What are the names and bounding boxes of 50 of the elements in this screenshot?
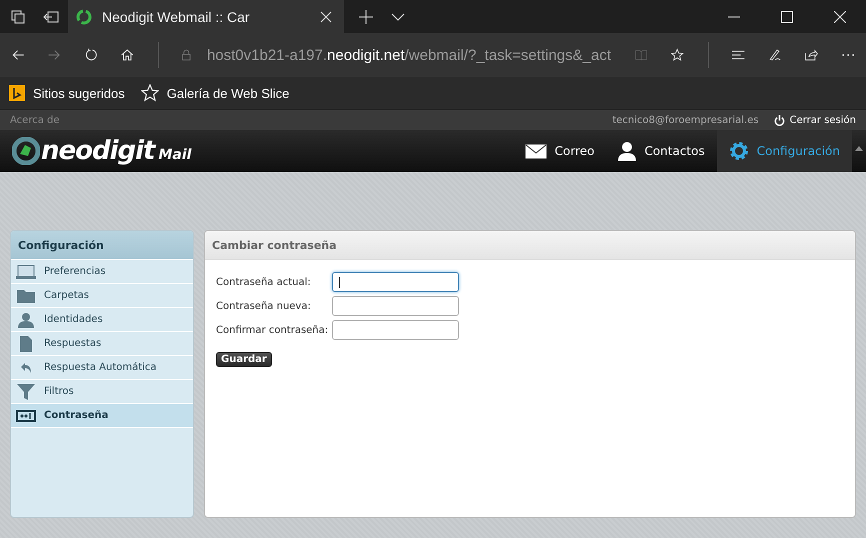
power-icon[interactable]: [774, 114, 785, 126]
sidebar-item[interactable]: Carpetas: [11, 284, 193, 308]
bing-icon: [9, 85, 25, 101]
password-field[interactable]: [332, 272, 459, 292]
close-icon[interactable]: [834, 10, 846, 22]
tabs-aside-icon[interactable]: [11, 10, 25, 24]
sidebar-item[interactable]: Identidades: [11, 308, 193, 332]
sidebar-item[interactable]: Respuesta Automática: [11, 356, 193, 380]
person-icon: [16, 312, 36, 328]
sidebar-title: Configuración: [11, 231, 193, 260]
sidebar-item[interactable]: Contraseña: [11, 404, 193, 428]
field-label: Contraseña nueva:: [216, 300, 312, 312]
laptop-icon: [16, 264, 36, 278]
minimize-icon[interactable]: [728, 16, 740, 18]
envelope-icon: [524, 144, 547, 158]
star-icon: [140, 84, 159, 102]
logo-suffix: Mail: [158, 147, 192, 163]
site-logo-icon: [76, 8, 92, 24]
sidebar-item[interactable]: Respuestas: [11, 332, 193, 356]
panel-title: Cambiar contraseña: [205, 231, 855, 260]
person-icon: [618, 141, 636, 161]
nav-tab[interactable]: Contactos: [606, 130, 717, 172]
password-field[interactable]: [332, 320, 459, 340]
gear-icon: [728, 141, 749, 161]
funnel-icon: [16, 384, 36, 400]
logout-link[interactable]: Cerrar sesión: [790, 114, 856, 126]
tab-back-icon[interactable]: [43, 10, 59, 22]
new-tab-icon[interactable]: [359, 10, 373, 24]
logo-text: neodigit: [41, 136, 154, 166]
maximize-icon[interactable]: [781, 10, 793, 22]
close-icon[interactable]: [320, 10, 332, 22]
address-field[interactable]: host0v1b21-a197.neodigit.net/webmail/?_task=settings&_act: [206, 46, 611, 64]
nav-tab[interactable]: Correo: [512, 130, 606, 172]
favorite-link[interactable]: Sitios sugeridos: [33, 86, 125, 100]
browser-tab[interactable]: Neodigit Webmail :: Car: [68, 0, 344, 33]
collapse-arrow-icon[interactable]: [855, 146, 863, 151]
chevron-down-icon[interactable]: [391, 12, 405, 20]
user-email: tecnico8@foroempresarial.es: [612, 114, 759, 126]
menu-icon[interactable]: [732, 48, 745, 62]
field-label: Confirmar contraseña:: [216, 324, 330, 336]
field-label: Contraseña actual:: [216, 276, 312, 288]
save-button[interactable]: Guardar: [216, 352, 272, 367]
password-icon: [16, 410, 36, 422]
nav-tab[interactable]: Configuración: [716, 130, 852, 172]
password-field[interactable]: [332, 296, 459, 316]
logo-icon: [12, 137, 40, 165]
sidebar-item[interactable]: Preferencias: [11, 260, 193, 284]
folder-icon: [16, 288, 36, 302]
more-icon[interactable]: [842, 53, 854, 57]
favorite-link[interactable]: Galería de Web Slice: [166, 86, 290, 100]
